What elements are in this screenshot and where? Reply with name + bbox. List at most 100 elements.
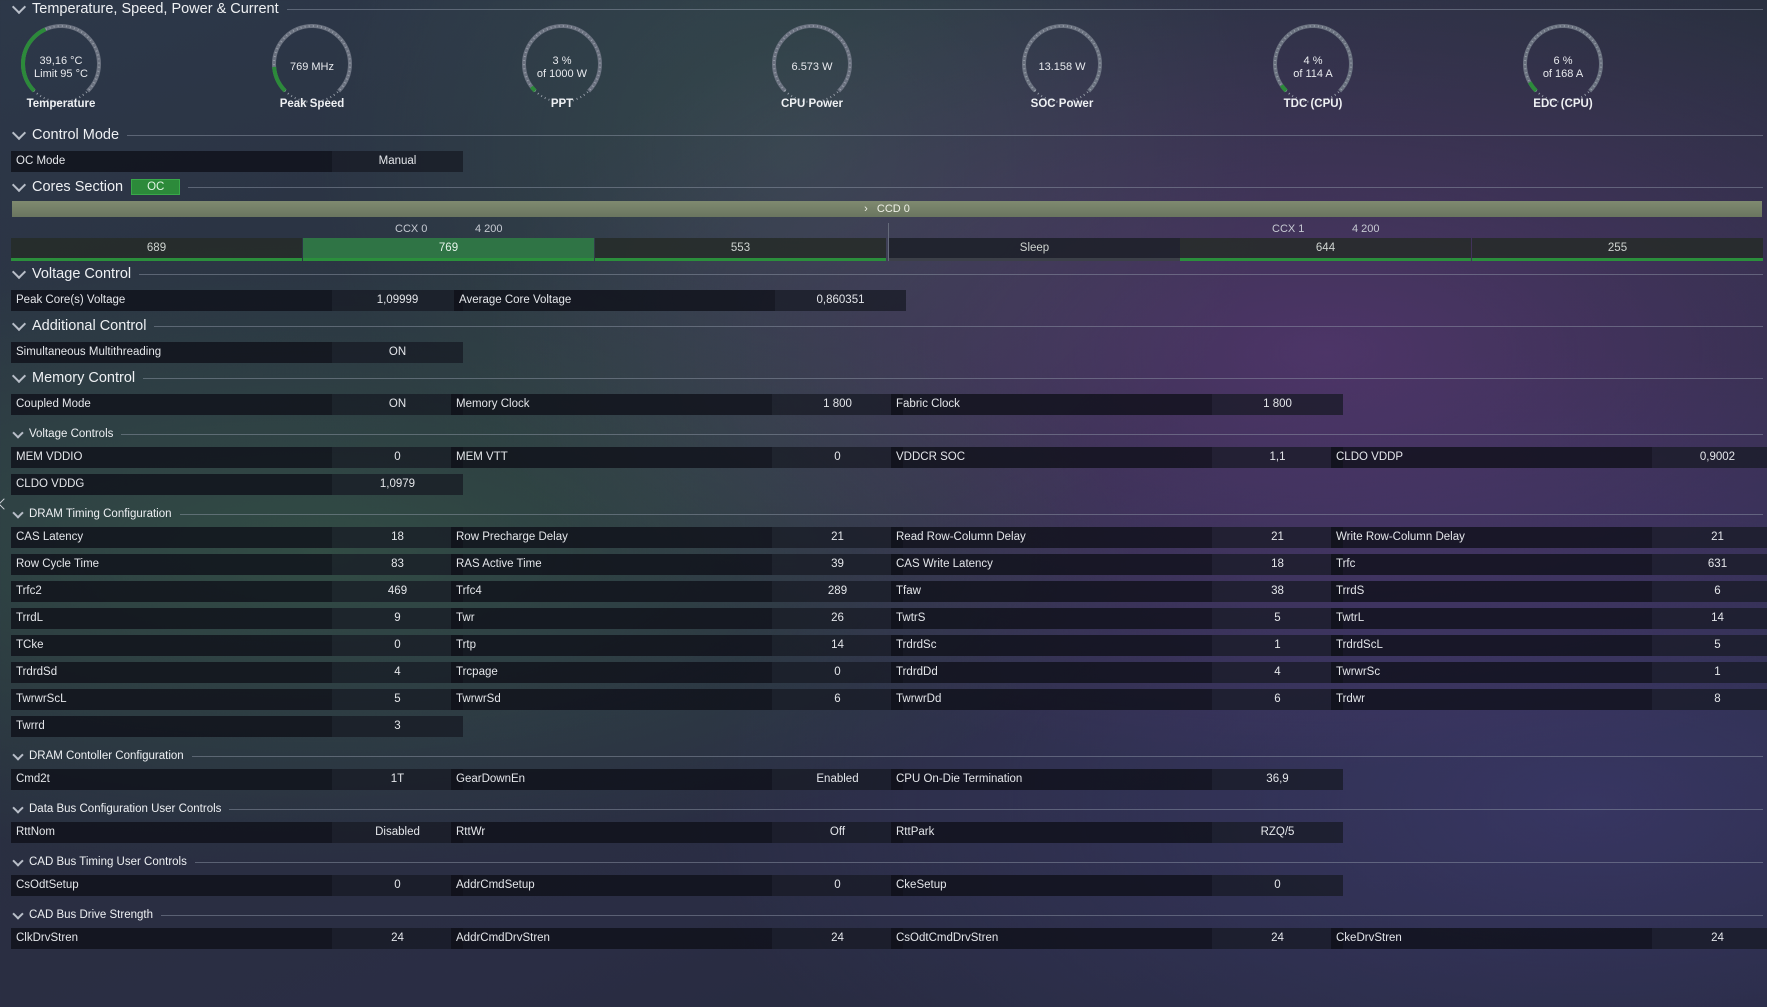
section-voltage-control-header[interactable]: Voltage Control [11, 264, 1763, 284]
chevron-down-icon [12, 854, 24, 867]
gauge: 4 % of 114 A TDC (CPU) [1253, 18, 1373, 114]
setting-field[interactable]: RttWr Off [451, 822, 903, 843]
core-bar[interactable]: 689 [11, 238, 302, 261]
setting-field[interactable]: Trfc2 469 [11, 581, 463, 602]
setting-field[interactable]: CLDO VDDP 0,9002 [1331, 447, 1767, 468]
setting-field[interactable]: Trtp 14 [451, 635, 903, 656]
setting-field[interactable]: TwrwrDd 6 [891, 689, 1343, 710]
section-voltage-controls-header[interactable]: Voltage Controls [12, 424, 1763, 444]
field-value: 83 [332, 554, 463, 575]
section-temperature-header[interactable]: Temperature, Speed, Power & Current [11, 0, 1763, 19]
setting-field[interactable]: Cmd2t 1T [11, 769, 463, 790]
section-cad-drive-header[interactable]: CAD Bus Drive Strength [12, 905, 1763, 925]
setting-field[interactable]: TwtrL 14 [1331, 608, 1767, 629]
fabric-clock-field[interactable]: Fabric Clock 1 800 [891, 394, 1343, 415]
section-title: Cores Section [32, 179, 124, 195]
section-data-bus-header[interactable]: Data Bus Configuration User Controls [12, 799, 1763, 819]
setting-field[interactable]: Read Row-Column Delay 21 [891, 527, 1343, 548]
setting-field[interactable]: VDDCR SOC 1,1 [891, 447, 1343, 468]
setting-field[interactable]: GearDownEn Enabled [451, 769, 903, 790]
setting-field[interactable]: RttNom Disabled [11, 822, 463, 843]
setting-field[interactable]: TrdrdDd 4 [891, 662, 1343, 683]
setting-field[interactable]: Row Cycle Time 83 [11, 554, 463, 575]
setting-field[interactable]: TwrwrSd 6 [451, 689, 903, 710]
divider [143, 377, 1763, 379]
setting-field[interactable]: Trfc4 289 [451, 581, 903, 602]
field-value: 24 [332, 928, 463, 949]
collapse-arrow-icon[interactable] [0, 498, 10, 510]
setting-field[interactable]: TwrwrScL 5 [11, 689, 463, 710]
field-value: 21 [1652, 527, 1767, 548]
setting-field[interactable]: TwtrS 5 [891, 608, 1343, 629]
field-value: 0 [772, 447, 903, 468]
peak-core-voltage-field[interactable]: Peak Core(s) Voltage 1,09999 [11, 290, 463, 311]
chevron-down-icon [11, 316, 27, 332]
field-label: TwtrL [1331, 608, 1652, 629]
field-label: Twrrd [11, 716, 332, 737]
smt-field[interactable]: Simultaneous Multithreading ON [11, 342, 463, 363]
field-label: RttNom [11, 822, 332, 843]
core-bar[interactable]: Sleep [889, 238, 1180, 261]
section-cores-header[interactable]: Cores Section OC [11, 177, 1763, 197]
setting-field[interactable]: TrdrdSc 1 [891, 635, 1343, 656]
field-value: Disabled [332, 822, 463, 843]
section-dram-controller-header[interactable]: DRAM Contoller Configuration [12, 746, 1763, 766]
setting-field[interactable]: ClkDrvStren 24 [11, 928, 463, 949]
field-label: CAS Write Latency [891, 554, 1212, 575]
setting-field[interactable]: CPU On-Die Termination 36,9 [891, 769, 1343, 790]
field-label: Trdwr [1331, 689, 1652, 710]
setting-field[interactable]: CkeSetup 0 [891, 875, 1343, 896]
gauge-value: 3 % [552, 55, 572, 67]
oc-mode-field[interactable]: OC Mode Manual [11, 151, 463, 172]
setting-field[interactable]: RAS Active Time 39 [451, 554, 903, 575]
setting-field[interactable]: CsOdtCmdDrvStren 24 [891, 928, 1343, 949]
setting-field[interactable]: Write Row-Column Delay 21 [1331, 527, 1767, 548]
memory-clock-field[interactable]: Memory Clock 1 800 [451, 394, 903, 415]
section-memory-control-header[interactable]: Memory Control [11, 368, 1763, 388]
setting-field[interactable]: Twr 26 [451, 608, 903, 629]
field-value: 469 [332, 581, 463, 602]
setting-field[interactable]: Twrrd 3 [11, 716, 463, 737]
section-title: Data Bus Configuration User Controls [29, 803, 222, 815]
setting-field[interactable]: TwrwrSc 1 [1331, 662, 1767, 683]
setting-field[interactable]: Tfaw 38 [891, 581, 1343, 602]
section-additional-control-header[interactable]: Additional Control [11, 316, 1763, 336]
setting-field[interactable]: AddrCmdSetup 0 [451, 875, 903, 896]
setting-field[interactable]: CAS Latency 18 [11, 527, 463, 548]
setting-field[interactable]: TrdrdSd 4 [11, 662, 463, 683]
ccd-label: CCD 0 [876, 203, 910, 215]
ccd-bar[interactable]: › CCD 0 [12, 201, 1762, 217]
setting-field[interactable]: AddrCmdDrvStren 24 [451, 928, 903, 949]
setting-field[interactable]: CsOdtSetup 0 [11, 875, 463, 896]
core-bar[interactable]: 644 [1180, 238, 1471, 261]
setting-field[interactable]: Trdwr 8 [1331, 689, 1767, 710]
setting-field[interactable]: Trcpage 0 [451, 662, 903, 683]
average-core-voltage-field[interactable]: Average Core Voltage 0,860351 [454, 290, 906, 311]
setting-field[interactable]: TrdrdScL 5 [1331, 635, 1767, 656]
setting-field[interactable]: Row Precharge Delay 21 [451, 527, 903, 548]
core-bar[interactable]: 255 [1472, 238, 1763, 261]
section-cad-timing-header[interactable]: CAD Bus Timing User Controls [12, 852, 1763, 872]
setting-field[interactable]: MEM VDDIO 0 [11, 447, 463, 468]
chevron-down-icon [12, 426, 24, 439]
setting-field[interactable]: Trfc 631 [1331, 554, 1767, 575]
field-label: AddrCmdSetup [451, 875, 772, 896]
coupled-mode-field[interactable]: Coupled Mode ON [11, 394, 463, 415]
setting-field[interactable]: RttPark RZQ/5 [891, 822, 1343, 843]
setting-field[interactable]: TrrdS 6 [1331, 581, 1767, 602]
setting-field[interactable]: CkeDrvStren 24 [1331, 928, 1767, 949]
gauge: 13.158 W SOC Power [1002, 18, 1122, 114]
section-control-mode-header[interactable]: Control Mode [11, 125, 1763, 145]
core-bar[interactable]: 769 [303, 238, 594, 261]
setting-field[interactable]: CAS Write Latency 18 [891, 554, 1343, 575]
section-dram-timing-header[interactable]: DRAM Timing Configuration [12, 504, 1763, 524]
setting-field[interactable]: TCke 0 [11, 635, 463, 656]
divider [154, 325, 1763, 327]
setting-field[interactable]: CLDO VDDG 1,0979 [11, 474, 463, 495]
field-value: 3 [332, 716, 463, 737]
field-label: Coupled Mode [11, 394, 332, 415]
setting-field[interactable]: TrrdL 9 [11, 608, 463, 629]
field-value: 38 [1212, 581, 1343, 602]
core-bar[interactable]: 553 [595, 238, 886, 261]
setting-field[interactable]: MEM VTT 0 [451, 447, 903, 468]
